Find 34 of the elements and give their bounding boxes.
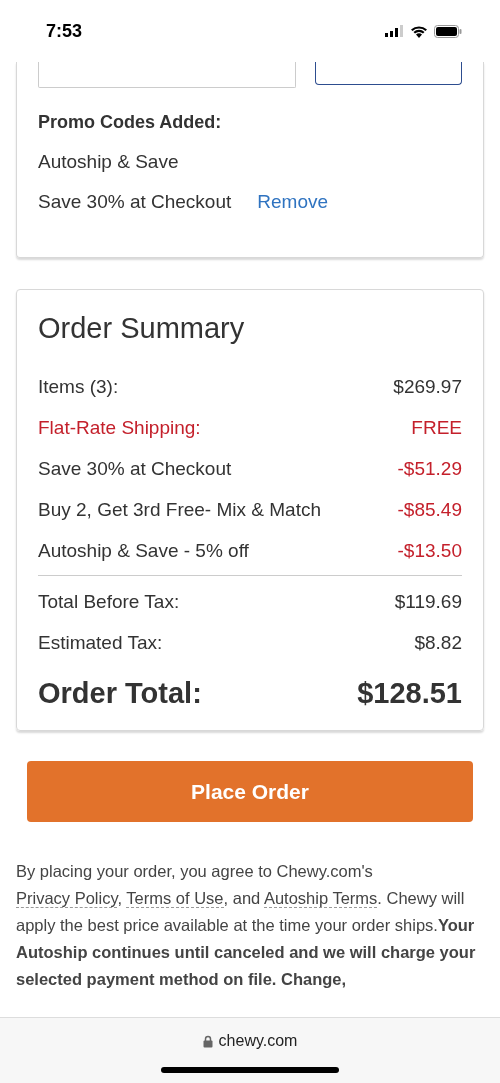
legal-text: By placing your order, you agree to Chewy.com's Privacy Policy, Terms of Use, and Autoship Terms. Chewy will apply the best price available at the time your order ships.Your Autoship continues until canceled and we will charge your selected payment method on file. Change, [16,861,477,990]
summary-value: -$51.29 [397,457,462,480]
remove-link[interactable]: Remove [257,191,329,213]
battery-icon [434,24,462,38]
apply-button[interactable] [315,62,462,85]
summary-value: -$13.50 [397,539,462,562]
status-time: 7:53 [46,20,83,42]
promo-codes-heading: Promo Codes Added: [38,112,223,133]
home-indicator[interactable] [161,1067,339,1073]
promo-code-name: Save 30% at Checkout [38,191,232,213]
summary-value: $8.82 [414,631,462,654]
lock-icon [202,1034,213,1048]
summary-value: $269.97 [393,375,462,398]
summary-value: $119.69 [394,590,462,613]
promo-code-name: Autoship & Save [38,151,179,173]
summary-title: Order Summary [38,312,246,345]
summary-label: Estimated Tax: [38,631,163,654]
summary-label: Flat-Rate Shipping: [38,416,201,439]
summary-value: -$85.49 [397,498,462,521]
summary-label: Total Before Tax: [38,590,180,613]
legal-link[interactable]: Autoship Terms [263,889,378,908]
legal-link[interactable]: Terms of Use [126,889,224,908]
signal-icon [385,25,404,37]
summary-label: Autoship & Save - 5% off [38,539,249,562]
order-total-value: $128.51 [357,677,462,710]
summary-label: Items (3): [38,375,119,398]
wifi-icon [410,24,428,38]
summary-label: Save 30% at Checkout [38,457,232,480]
promo-code-field[interactable] [38,62,297,88]
summary-value: FREE [411,416,462,439]
summary-label: Buy 2, Get 3rd Free- Mix & Match [38,498,321,521]
url-text[interactable]: chewy.com [218,1032,298,1050]
order-total-label: Order Total: [38,677,202,710]
legal-link[interactable]: Privacy Policy [16,889,118,908]
